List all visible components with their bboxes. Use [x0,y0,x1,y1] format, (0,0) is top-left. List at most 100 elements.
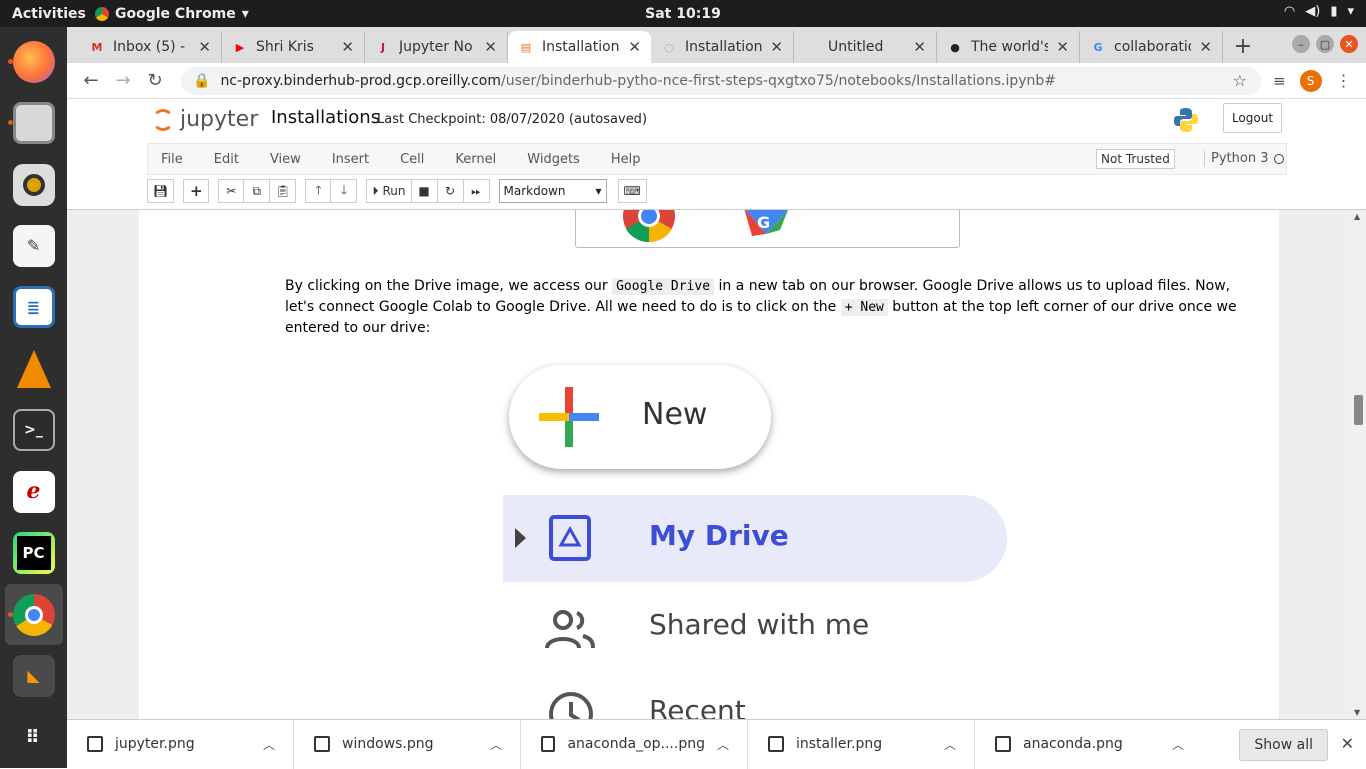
dock-chrome[interactable] [4,583,63,646]
running-indicator [7,59,13,64]
download-item[interactable]: anaconda.png ︿ [975,720,1202,769]
dock-pycharm[interactable]: PC [5,522,63,583]
download-item[interactable]: installer.png ︿ [748,719,975,769]
tab-shri-kris[interactable]: ▶ Shri Kris ✕ [222,31,365,63]
command-palette-button[interactable]: ⌨ [617,179,647,203]
jupyter-tab-icon: J [380,40,386,54]
close-icon[interactable]: ✕ [770,38,783,56]
restart-button[interactable]: ↻ [437,179,464,203]
playlist-icon[interactable]: ≡ [1273,72,1286,90]
chevron-up-icon[interactable]: ︿ [490,736,502,753]
activities-button[interactable]: Activities [0,6,95,22]
save-button[interactable]: 💾︎ [147,179,175,203]
app-menu[interactable]: Google Chrome ▾ [95,6,249,22]
browser-tab-strip: M Inbox (5) - s ✕ ▶ Shri Kris ✕ J Jupyte… [67,27,1366,63]
restart-run-all-button[interactable]: ⏩︎ [463,179,490,203]
scroll-down-arrow-icon[interactable]: ▼ [1354,708,1360,717]
dock-firefox[interactable] [5,31,63,92]
close-icon[interactable]: ✕ [341,38,354,56]
menu-cell[interactable]: Cell [387,152,436,167]
image-file-icon [314,736,330,752]
download-item[interactable]: windows.png ︿ [294,719,521,769]
menu-file[interactable]: File [148,152,195,167]
tab-github[interactable]: ● The world's ✕ [937,31,1080,63]
not-trusted-badge[interactable]: Not Trusted [1096,149,1175,169]
caret-right-icon [515,528,526,548]
tab-installations[interactable]: ◌ Installation ✕ [651,31,794,63]
window-close-button[interactable]: ✕ [1340,35,1358,53]
run-button[interactable]: ⏵ Run [366,179,412,203]
chevron-up-icon[interactable]: ︿ [1172,736,1184,753]
menu-kernel[interactable]: Kernel [442,152,508,167]
show-all-downloads-button[interactable]: Show all [1239,729,1328,761]
menu-edit[interactable]: Edit [201,152,251,167]
tab-title: Inbox (5) - s [113,39,191,55]
bookmark-star-icon[interactable]: ☆ [1233,71,1247,90]
close-icon[interactable]: ✕ [628,38,641,56]
profile-avatar[interactable]: S [1299,69,1322,92]
address-bar[interactable]: 🔒 nc-proxy.binderhub-prod.gcp.oreilly.co… [181,66,1261,95]
cut-button[interactable]: ✂ [218,179,245,203]
chevron-up-icon[interactable]: ︿ [263,736,275,753]
insert-cell-button[interactable]: + [183,179,210,203]
move-up-button[interactable]: 🡑 [305,179,332,203]
cell-type-select[interactable]: Markdown ▾ [498,179,607,203]
paste-button[interactable]: 📋︎ [270,179,297,203]
interrupt-button[interactable]: ■ [411,179,438,203]
more-menu-icon[interactable]: ⋮ [1336,71,1352,90]
tab-collaboration[interactable]: G collaboratio ✕ [1080,31,1223,63]
dock-sublime[interactable]: ◣ [5,645,63,706]
dock-writer[interactable]: ≣ [5,277,63,338]
back-button[interactable]: ← [75,70,107,91]
menu-insert[interactable]: Insert [319,152,381,167]
close-icon[interactable]: ✕ [1199,38,1212,56]
download-filename: anaconda_op....png [567,736,705,752]
tab-installations-active[interactable]: ▤ Installation ✕ [508,31,651,63]
chevron-down-icon: ▾ [595,184,602,198]
forward-button[interactable]: → [107,70,139,91]
kernel-indicator[interactable]: Python 3 [1204,151,1285,166]
running-indicator [7,120,13,126]
dock-terminal[interactable]: >_ [5,400,63,461]
dock-text-editor[interactable]: ✎ [5,215,63,276]
menu-view[interactable]: View [257,152,313,167]
maximize-button[interactable]: ▢ [1316,35,1334,53]
tab-jupyter-notebook[interactable]: J Jupyter No ✕ [365,31,508,63]
new-tab-button[interactable]: + [1223,34,1263,63]
dock-vlc[interactable] [5,338,63,399]
notebook-title[interactable]: Installations [271,107,380,128]
image-file-icon [87,736,103,752]
scroll-up-arrow-icon[interactable]: ▲ [1354,212,1360,221]
dock-show-apps[interactable]: ⠿ [5,707,63,768]
menu-help[interactable]: Help [598,152,653,167]
close-icon[interactable]: ✕ [1056,38,1069,56]
tab-inbox[interactable]: M Inbox (5) - s ✕ [79,31,222,63]
scrollbar-thumb[interactable] [1354,395,1363,425]
menu-widgets[interactable]: Widgets [514,152,592,167]
download-item[interactable]: jupyter.png ︿ [67,719,294,769]
logout-button[interactable]: Logout [1223,103,1282,133]
close-icon[interactable]: ✕ [913,38,926,56]
system-tray[interactable]: ◠ ◀) ▮ ▾ [1284,4,1354,19]
dock-document-viewer[interactable]: ℯ [5,461,63,522]
chevron-up-icon[interactable]: ︿ [944,736,956,753]
move-down-button[interactable]: 🡓 [331,179,358,203]
dock-files[interactable] [5,92,63,153]
tab-title: Untitled [828,39,884,55]
jupyter-logo[interactable]: jupyter [152,107,258,132]
close-icon[interactable]: ✕ [1341,734,1354,753]
dock-audio[interactable] [5,154,63,215]
page-scrollbar[interactable]: ▲ ▼ [1351,210,1366,719]
reload-button[interactable]: ↻ [139,70,171,91]
download-item[interactable]: anaconda_op....png ︿ [521,719,748,769]
copy-button[interactable]: ⧉ [244,179,271,203]
tab-title: Jupyter No [399,39,473,55]
download-filename: anaconda.png [1023,736,1123,752]
close-icon[interactable]: ✕ [484,38,497,56]
minimize-button[interactable]: – [1292,35,1310,53]
tab-untitled[interactable]: Untitled ✕ [794,31,937,63]
image-file-icon [995,736,1011,752]
window-controls: – ▢ ✕ [1292,35,1358,53]
close-icon[interactable]: ✕ [198,38,211,56]
chevron-up-icon[interactable]: ︿ [717,736,729,753]
